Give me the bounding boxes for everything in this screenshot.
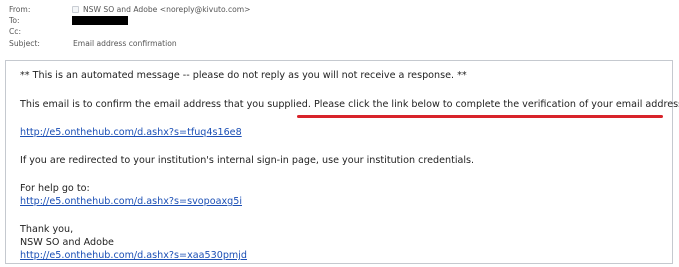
highlight-underline bbox=[297, 115, 663, 118]
redacted-recipient bbox=[72, 16, 128, 25]
help-text: For help go to: bbox=[20, 183, 90, 194]
to-label: To: bbox=[9, 16, 20, 25]
cc-label: Cc: bbox=[9, 27, 22, 36]
email-body: ** This is an automated message -- pleas… bbox=[5, 60, 679, 264]
contact-icon bbox=[72, 6, 79, 13]
click-instruction: Please click the link below to complete … bbox=[310, 99, 679, 110]
signature: NSW SO and Adobe bbox=[20, 237, 114, 248]
verify-link[interactable]: http://e5.onthehub.com/d.ashx?s=tfuq4s16… bbox=[20, 127, 242, 138]
automated-notice: ** This is an automated message -- pleas… bbox=[20, 70, 467, 81]
redirect-text: If you are redirected to your institutio… bbox=[20, 155, 475, 166]
confirm-text: This email is to confirm the email addre… bbox=[20, 99, 311, 110]
signature-link[interactable]: http://e5.onthehub.com/d.ashx?s=xaa530pm… bbox=[20, 250, 247, 261]
subject-label: Subject: bbox=[9, 39, 40, 48]
help-link[interactable]: http://e5.onthehub.com/d.ashx?s=svopoaxg… bbox=[20, 196, 242, 207]
subject-value: Email address confirmation bbox=[73, 39, 177, 48]
from-value[interactable]: NSW SO and Adobe <noreply@kivuto.com> bbox=[83, 4, 251, 15]
email-header: From: NSW SO and Adobe <noreply@kivuto.c… bbox=[7, 4, 672, 58]
confirm-paragraph: This email is to confirm the email addre… bbox=[20, 99, 679, 110]
from-label: From: bbox=[9, 5, 31, 14]
thanks-text: Thank you, bbox=[20, 224, 74, 235]
